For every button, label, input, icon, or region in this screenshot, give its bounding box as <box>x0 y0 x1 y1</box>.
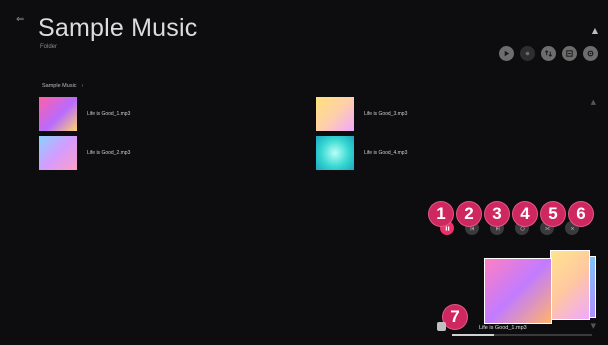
music-note-icon <box>437 322 446 331</box>
album-cover <box>550 250 590 320</box>
album-cover <box>484 258 552 324</box>
scroll-down-icon[interactable]: ▼ <box>591 322 596 330</box>
callout-badge: 7 <box>443 305 467 329</box>
page-subtitle: Folder <box>40 44 58 50</box>
select-icon[interactable] <box>520 46 535 61</box>
scroll-top-icon[interactable]: ▲ <box>592 26 598 35</box>
track-item[interactable]: Life is Good_1.mp3 <box>39 97 130 131</box>
toolbar <box>499 46 598 61</box>
callout-badge: 3 <box>485 202 509 226</box>
section-label: Sample Music <box>42 83 77 89</box>
callout-badge: 2 <box>457 202 481 226</box>
track-name: Life is Good_1.mp3 <box>87 111 131 117</box>
now-playing-cover-stack[interactable] <box>484 250 600 330</box>
settings-icon[interactable] <box>583 46 598 61</box>
progress-bar[interactable] <box>452 334 592 336</box>
album-art-thumbnail <box>316 136 354 170</box>
back-icon[interactable]: ⇐ <box>16 14 30 25</box>
page-title: Sample Music <box>38 14 198 42</box>
track-name: Life is Good_3.mp3 <box>364 111 408 117</box>
track-name: Life is Good_2.mp3 <box>87 150 131 156</box>
sort-icon[interactable] <box>541 46 556 61</box>
album-art-thumbnail <box>316 97 354 131</box>
callout-badge: 1 <box>429 202 453 226</box>
scroll-up-icon[interactable]: ▲ <box>591 98 596 106</box>
filter-icon[interactable] <box>562 46 577 61</box>
album-art-thumbnail <box>39 136 77 170</box>
callout-badge: 5 <box>541 202 565 226</box>
chevron-right-icon: › <box>81 83 84 89</box>
track-name: Life is Good_4.mp3 <box>364 150 408 156</box>
progress-fill <box>452 334 494 336</box>
section-header[interactable]: Sample Music › <box>42 83 83 89</box>
track-item[interactable]: Life is Good_2.mp3 <box>39 136 130 170</box>
callout-badge: 4 <box>513 202 537 226</box>
now-playing-title: Life is Good_1.mp3 <box>479 325 527 331</box>
callout-badge: 6 <box>569 202 593 226</box>
album-art-thumbnail <box>39 97 77 131</box>
track-item[interactable]: Life is Good_4.mp3 <box>316 136 407 170</box>
track-item[interactable]: Life is Good_3.mp3 <box>316 97 407 131</box>
play-icon[interactable] <box>499 46 514 61</box>
